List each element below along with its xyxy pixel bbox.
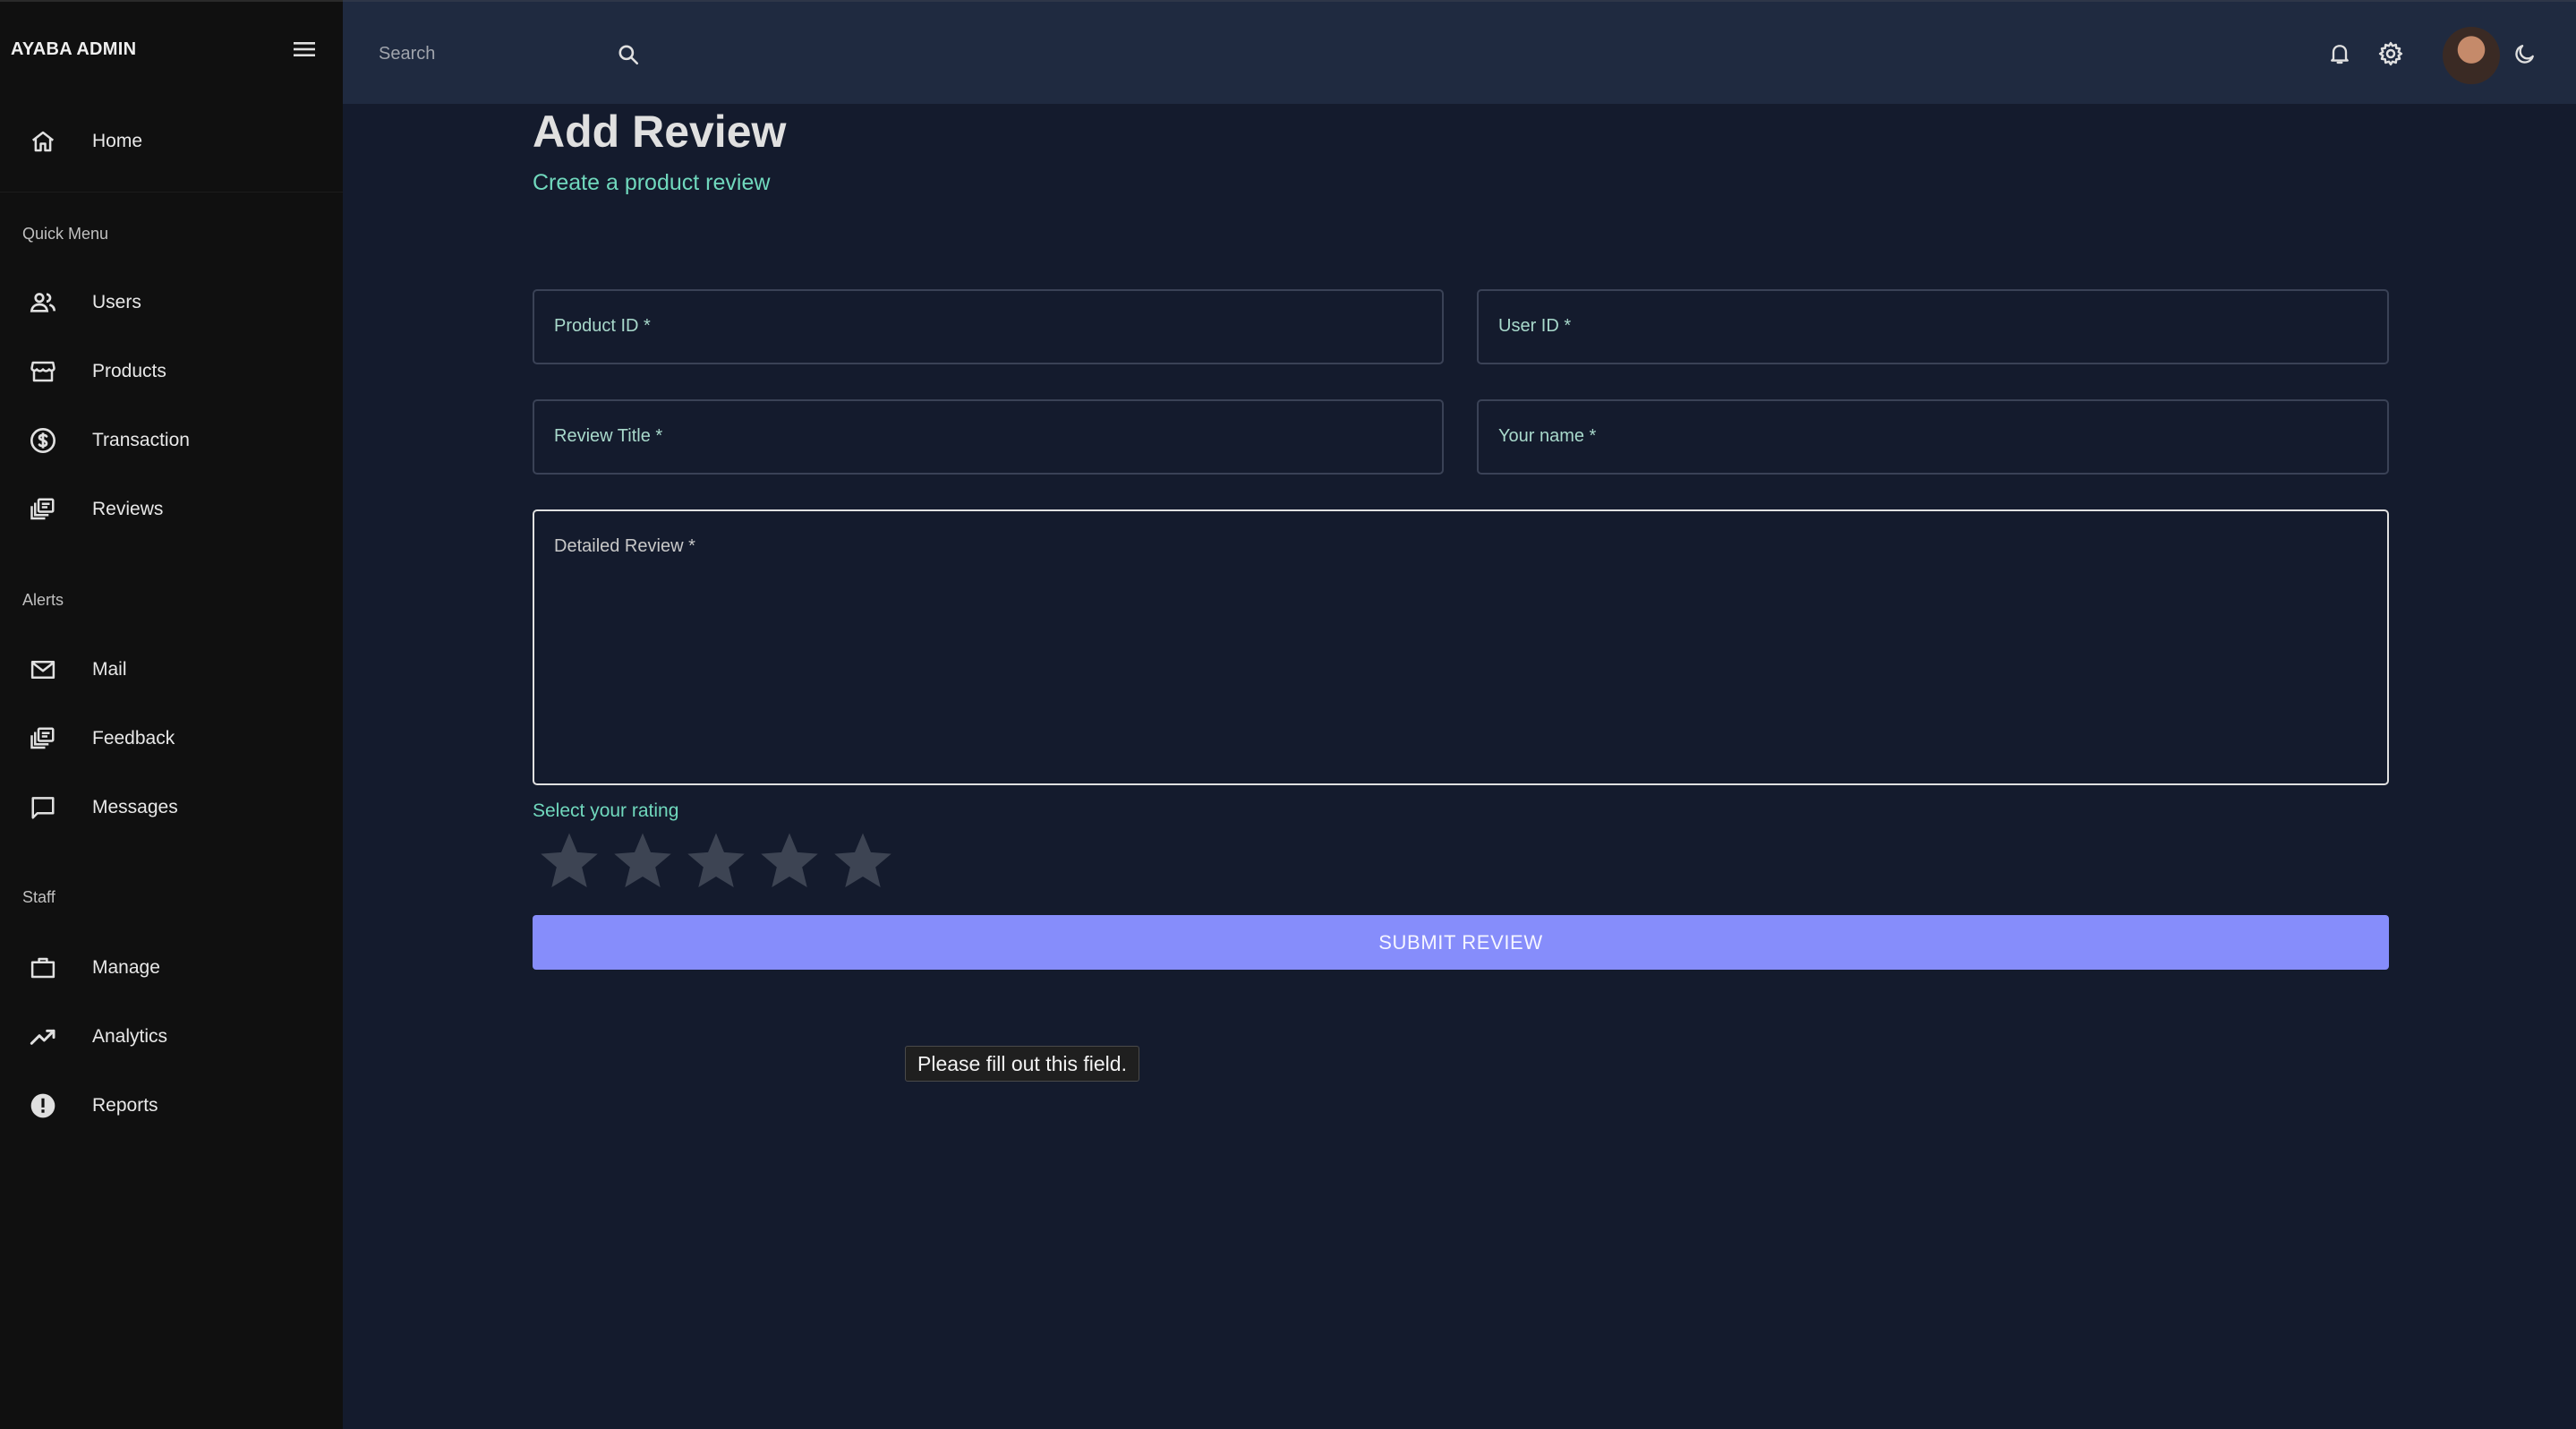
- star-icon: [834, 833, 891, 887]
- star-3-button[interactable]: [682, 827, 750, 895]
- sidebar-item-users[interactable]: Users: [0, 275, 343, 330]
- sidebar-item-label: Analytics: [92, 1026, 168, 1047]
- sidebar-item-label: Transaction: [92, 430, 190, 450]
- sidebar-item-products[interactable]: Products: [0, 344, 343, 399]
- detailed-review-label: Detailed Review *: [554, 536, 695, 556]
- briefcase-icon: [27, 952, 59, 984]
- sidebar-item-label: Messages: [92, 797, 178, 817]
- trending-up-icon: [27, 1021, 59, 1053]
- sidebar-item-label: Feedback: [92, 728, 175, 749]
- star-icon: [687, 833, 745, 887]
- star-icon: [614, 833, 671, 887]
- search-box: [379, 34, 639, 73]
- sidebar-item-home[interactable]: Home: [0, 114, 343, 169]
- validation-tooltip: Please fill out this field.: [905, 1046, 1139, 1082]
- submit-review-button[interactable]: SUBMIT REVIEW: [533, 915, 2389, 970]
- review-title-label: Review Title *: [554, 426, 663, 446]
- star-rating: [535, 827, 897, 895]
- home-icon: [27, 125, 59, 158]
- sidebar-item-reviews[interactable]: Reviews: [0, 482, 343, 537]
- sidebar-item-label: Users: [92, 292, 141, 312]
- star-5-button[interactable]: [829, 827, 897, 895]
- search-icon: [618, 45, 639, 65]
- sidebar-item-label: Home: [92, 131, 143, 151]
- star-icon: [541, 833, 598, 887]
- user-id-label: User ID *: [1498, 316, 1572, 336]
- search-button[interactable]: [613, 39, 644, 70]
- search-input[interactable]: [379, 34, 576, 73]
- settings-button[interactable]: [2375, 38, 2407, 70]
- mail-icon: [27, 654, 59, 686]
- chat-icon: [27, 792, 59, 824]
- sidebar-item-label: Manage: [92, 957, 160, 978]
- section-title-staff: Staff: [22, 888, 55, 906]
- gear-icon: [2378, 41, 2403, 66]
- section-title-quick-menu: Quick Menu: [22, 225, 109, 243]
- reviews-icon: [27, 493, 59, 526]
- sidebar-item-feedback[interactable]: Feedback: [0, 711, 343, 766]
- hamburger-menu-icon: [294, 42, 315, 56]
- your-name-label: Your name *: [1498, 426, 1597, 446]
- product-id-label: Product ID *: [554, 316, 651, 336]
- star-1-button[interactable]: [535, 827, 603, 895]
- product-id-field[interactable]: Product ID *: [533, 289, 1444, 364]
- sidebar-item-messages[interactable]: Messages: [0, 780, 343, 835]
- sidebar-item-transaction[interactable]: Transaction: [0, 413, 343, 468]
- theme-toggle-button[interactable]: [2509, 38, 2541, 70]
- detailed-review-textarea[interactable]: Detailed Review *: [533, 509, 2389, 785]
- sidebar-item-label: Mail: [92, 659, 127, 680]
- your-name-field[interactable]: Your name *: [1477, 399, 2389, 475]
- notifications-button[interactable]: [2324, 38, 2356, 70]
- star-icon: [761, 833, 818, 887]
- review-title-field[interactable]: Review Title *: [533, 399, 1444, 475]
- sidebar-item-analytics[interactable]: Analytics: [0, 1009, 343, 1065]
- app-root: AYABA ADMIN Home Quick Menu Users Produc…: [0, 0, 2576, 1429]
- user-avatar[interactable]: [2443, 27, 2500, 84]
- feedback-icon: [27, 723, 59, 755]
- sidebar-divider: [0, 192, 343, 193]
- sidebar-item-mail[interactable]: Mail: [0, 642, 343, 697]
- bell-icon: [2331, 45, 2349, 64]
- storefront-icon: [27, 355, 59, 388]
- sidebar-item-label: Reviews: [92, 499, 164, 519]
- sidebar-item-label: Reports: [92, 1095, 158, 1116]
- sidebar-item-manage[interactable]: Manage: [0, 940, 343, 996]
- alert-circle-icon: [27, 1090, 59, 1122]
- dollar-icon: [27, 424, 59, 457]
- rating-label: Select your rating: [533, 800, 679, 821]
- brand-title: AYABA ADMIN: [11, 39, 137, 59]
- sidebar-item-label: Products: [92, 361, 166, 381]
- topbar: [343, 0, 2576, 104]
- section-title-alerts: Alerts: [22, 591, 64, 609]
- users-icon: [27, 287, 59, 319]
- moon-icon: [2515, 45, 2534, 64]
- star-4-button[interactable]: [755, 827, 823, 895]
- page-title: Add Review: [533, 107, 787, 157]
- star-2-button[interactable]: [609, 827, 677, 895]
- user-id-field[interactable]: User ID *: [1477, 289, 2389, 364]
- menu-toggle-button[interactable]: [288, 36, 320, 63]
- sidebar-item-reports[interactable]: Reports: [0, 1078, 343, 1134]
- sidebar: AYABA ADMIN Home Quick Menu Users Produc…: [0, 0, 343, 1429]
- page-subtitle: Create a product review: [533, 170, 771, 195]
